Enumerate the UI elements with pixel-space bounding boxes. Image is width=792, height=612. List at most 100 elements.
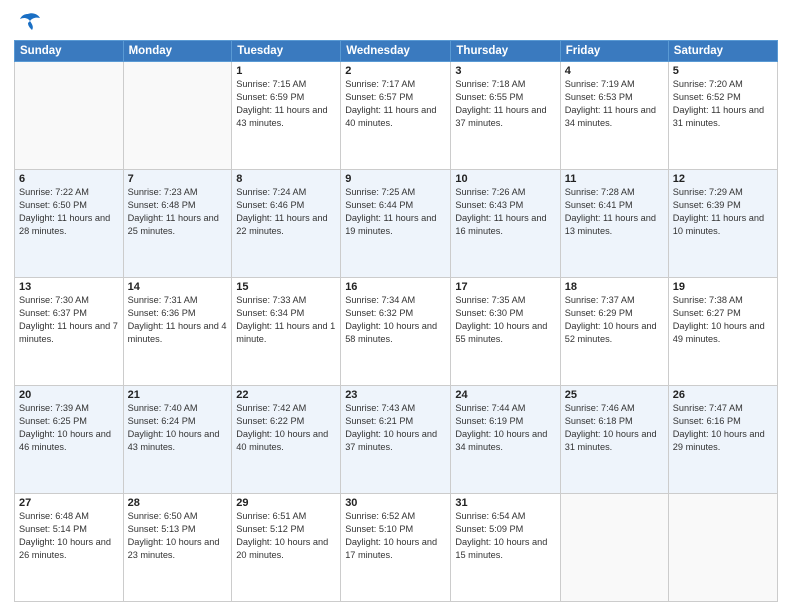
calendar-header-tuesday: Tuesday xyxy=(232,41,341,62)
day-info: Sunrise: 7:20 AM Sunset: 6:52 PM Dayligh… xyxy=(673,78,773,130)
day-number: 27 xyxy=(19,497,119,509)
day-number: 16 xyxy=(345,281,446,293)
day-info: Sunrise: 7:46 AM Sunset: 6:18 PM Dayligh… xyxy=(565,402,664,454)
day-number: 15 xyxy=(236,281,336,293)
calendar-header-saturday: Saturday xyxy=(668,41,777,62)
day-info: Sunrise: 7:31 AM Sunset: 6:36 PM Dayligh… xyxy=(128,294,228,346)
calendar-cell: 14Sunrise: 7:31 AM Sunset: 6:36 PM Dayli… xyxy=(123,278,232,386)
calendar-table: SundayMondayTuesdayWednesdayThursdayFrid… xyxy=(14,40,778,602)
calendar-cell: 27Sunrise: 6:48 AM Sunset: 5:14 PM Dayli… xyxy=(15,494,124,602)
day-info: Sunrise: 7:28 AM Sunset: 6:41 PM Dayligh… xyxy=(565,186,664,238)
day-number: 18 xyxy=(565,281,664,293)
calendar-cell xyxy=(668,494,777,602)
calendar-cell: 1Sunrise: 7:15 AM Sunset: 6:59 PM Daylig… xyxy=(232,62,341,170)
calendar-week-1: 1Sunrise: 7:15 AM Sunset: 6:59 PM Daylig… xyxy=(15,62,778,170)
calendar-header-sunday: Sunday xyxy=(15,41,124,62)
calendar-cell: 29Sunrise: 6:51 AM Sunset: 5:12 PM Dayli… xyxy=(232,494,341,602)
day-info: Sunrise: 7:47 AM Sunset: 6:16 PM Dayligh… xyxy=(673,402,773,454)
day-number: 4 xyxy=(565,65,664,77)
day-info: Sunrise: 7:42 AM Sunset: 6:22 PM Dayligh… xyxy=(236,402,336,454)
calendar-week-5: 27Sunrise: 6:48 AM Sunset: 5:14 PM Dayli… xyxy=(15,494,778,602)
calendar-cell: 18Sunrise: 7:37 AM Sunset: 6:29 PM Dayli… xyxy=(560,278,668,386)
day-number: 6 xyxy=(19,173,119,185)
day-number: 28 xyxy=(128,497,228,509)
calendar-header-friday: Friday xyxy=(560,41,668,62)
calendar-cell: 31Sunrise: 6:54 AM Sunset: 5:09 PM Dayli… xyxy=(451,494,560,602)
calendar-cell: 10Sunrise: 7:26 AM Sunset: 6:43 PM Dayli… xyxy=(451,170,560,278)
day-number: 31 xyxy=(455,497,555,509)
day-number: 11 xyxy=(565,173,664,185)
calendar-cell xyxy=(560,494,668,602)
calendar-cell: 20Sunrise: 7:39 AM Sunset: 6:25 PM Dayli… xyxy=(15,386,124,494)
day-number: 24 xyxy=(455,389,555,401)
calendar-cell: 5Sunrise: 7:20 AM Sunset: 6:52 PM Daylig… xyxy=(668,62,777,170)
calendar-cell: 21Sunrise: 7:40 AM Sunset: 6:24 PM Dayli… xyxy=(123,386,232,494)
day-number: 13 xyxy=(19,281,119,293)
day-number: 10 xyxy=(455,173,555,185)
day-info: Sunrise: 6:48 AM Sunset: 5:14 PM Dayligh… xyxy=(19,510,119,562)
day-number: 20 xyxy=(19,389,119,401)
day-info: Sunrise: 7:15 AM Sunset: 6:59 PM Dayligh… xyxy=(236,78,336,130)
day-info: Sunrise: 7:38 AM Sunset: 6:27 PM Dayligh… xyxy=(673,294,773,346)
day-number: 14 xyxy=(128,281,228,293)
day-number: 19 xyxy=(673,281,773,293)
day-info: Sunrise: 7:24 AM Sunset: 6:46 PM Dayligh… xyxy=(236,186,336,238)
calendar-cell: 22Sunrise: 7:42 AM Sunset: 6:22 PM Dayli… xyxy=(232,386,341,494)
calendar-cell: 16Sunrise: 7:34 AM Sunset: 6:32 PM Dayli… xyxy=(341,278,451,386)
day-info: Sunrise: 7:34 AM Sunset: 6:32 PM Dayligh… xyxy=(345,294,446,346)
calendar-cell: 6Sunrise: 7:22 AM Sunset: 6:50 PM Daylig… xyxy=(15,170,124,278)
day-info: Sunrise: 6:52 AM Sunset: 5:10 PM Dayligh… xyxy=(345,510,446,562)
calendar-cell: 15Sunrise: 7:33 AM Sunset: 6:34 PM Dayli… xyxy=(232,278,341,386)
day-number: 3 xyxy=(455,65,555,77)
day-info: Sunrise: 7:30 AM Sunset: 6:37 PM Dayligh… xyxy=(19,294,119,346)
calendar-cell: 13Sunrise: 7:30 AM Sunset: 6:37 PM Dayli… xyxy=(15,278,124,386)
logo-icon xyxy=(14,10,42,34)
day-number: 21 xyxy=(128,389,228,401)
day-info: Sunrise: 7:44 AM Sunset: 6:19 PM Dayligh… xyxy=(455,402,555,454)
day-number: 17 xyxy=(455,281,555,293)
calendar-header-row: SundayMondayTuesdayWednesdayThursdayFrid… xyxy=(15,41,778,62)
day-info: Sunrise: 7:40 AM Sunset: 6:24 PM Dayligh… xyxy=(128,402,228,454)
day-number: 9 xyxy=(345,173,446,185)
day-info: Sunrise: 7:22 AM Sunset: 6:50 PM Dayligh… xyxy=(19,186,119,238)
day-info: Sunrise: 7:23 AM Sunset: 6:48 PM Dayligh… xyxy=(128,186,228,238)
day-info: Sunrise: 7:26 AM Sunset: 6:43 PM Dayligh… xyxy=(455,186,555,238)
logo xyxy=(14,10,46,34)
calendar-header-thursday: Thursday xyxy=(451,41,560,62)
day-number: 2 xyxy=(345,65,446,77)
calendar-cell: 23Sunrise: 7:43 AM Sunset: 6:21 PM Dayli… xyxy=(341,386,451,494)
calendar-cell: 12Sunrise: 7:29 AM Sunset: 6:39 PM Dayli… xyxy=(668,170,777,278)
calendar-cell: 28Sunrise: 6:50 AM Sunset: 5:13 PM Dayli… xyxy=(123,494,232,602)
calendar-cell: 30Sunrise: 6:52 AM Sunset: 5:10 PM Dayli… xyxy=(341,494,451,602)
calendar-cell xyxy=(15,62,124,170)
calendar-cell: 4Sunrise: 7:19 AM Sunset: 6:53 PM Daylig… xyxy=(560,62,668,170)
day-info: Sunrise: 7:33 AM Sunset: 6:34 PM Dayligh… xyxy=(236,294,336,346)
day-info: Sunrise: 7:35 AM Sunset: 6:30 PM Dayligh… xyxy=(455,294,555,346)
calendar-cell: 2Sunrise: 7:17 AM Sunset: 6:57 PM Daylig… xyxy=(341,62,451,170)
day-info: Sunrise: 7:39 AM Sunset: 6:25 PM Dayligh… xyxy=(19,402,119,454)
day-number: 25 xyxy=(565,389,664,401)
day-number: 26 xyxy=(673,389,773,401)
day-info: Sunrise: 7:17 AM Sunset: 6:57 PM Dayligh… xyxy=(345,78,446,130)
day-info: Sunrise: 7:19 AM Sunset: 6:53 PM Dayligh… xyxy=(565,78,664,130)
day-number: 23 xyxy=(345,389,446,401)
day-info: Sunrise: 6:51 AM Sunset: 5:12 PM Dayligh… xyxy=(236,510,336,562)
calendar-week-2: 6Sunrise: 7:22 AM Sunset: 6:50 PM Daylig… xyxy=(15,170,778,278)
calendar-cell: 7Sunrise: 7:23 AM Sunset: 6:48 PM Daylig… xyxy=(123,170,232,278)
page: SundayMondayTuesdayWednesdayThursdayFrid… xyxy=(0,0,792,612)
day-number: 12 xyxy=(673,173,773,185)
calendar-cell: 9Sunrise: 7:25 AM Sunset: 6:44 PM Daylig… xyxy=(341,170,451,278)
day-number: 30 xyxy=(345,497,446,509)
calendar-cell: 11Sunrise: 7:28 AM Sunset: 6:41 PM Dayli… xyxy=(560,170,668,278)
day-info: Sunrise: 7:37 AM Sunset: 6:29 PM Dayligh… xyxy=(565,294,664,346)
calendar-week-4: 20Sunrise: 7:39 AM Sunset: 6:25 PM Dayli… xyxy=(15,386,778,494)
calendar-cell: 17Sunrise: 7:35 AM Sunset: 6:30 PM Dayli… xyxy=(451,278,560,386)
calendar-cell: 8Sunrise: 7:24 AM Sunset: 6:46 PM Daylig… xyxy=(232,170,341,278)
calendar-cell: 26Sunrise: 7:47 AM Sunset: 6:16 PM Dayli… xyxy=(668,386,777,494)
calendar-header-monday: Monday xyxy=(123,41,232,62)
calendar-header-wednesday: Wednesday xyxy=(341,41,451,62)
day-number: 5 xyxy=(673,65,773,77)
header xyxy=(14,10,778,34)
day-number: 7 xyxy=(128,173,228,185)
calendar-week-3: 13Sunrise: 7:30 AM Sunset: 6:37 PM Dayli… xyxy=(15,278,778,386)
